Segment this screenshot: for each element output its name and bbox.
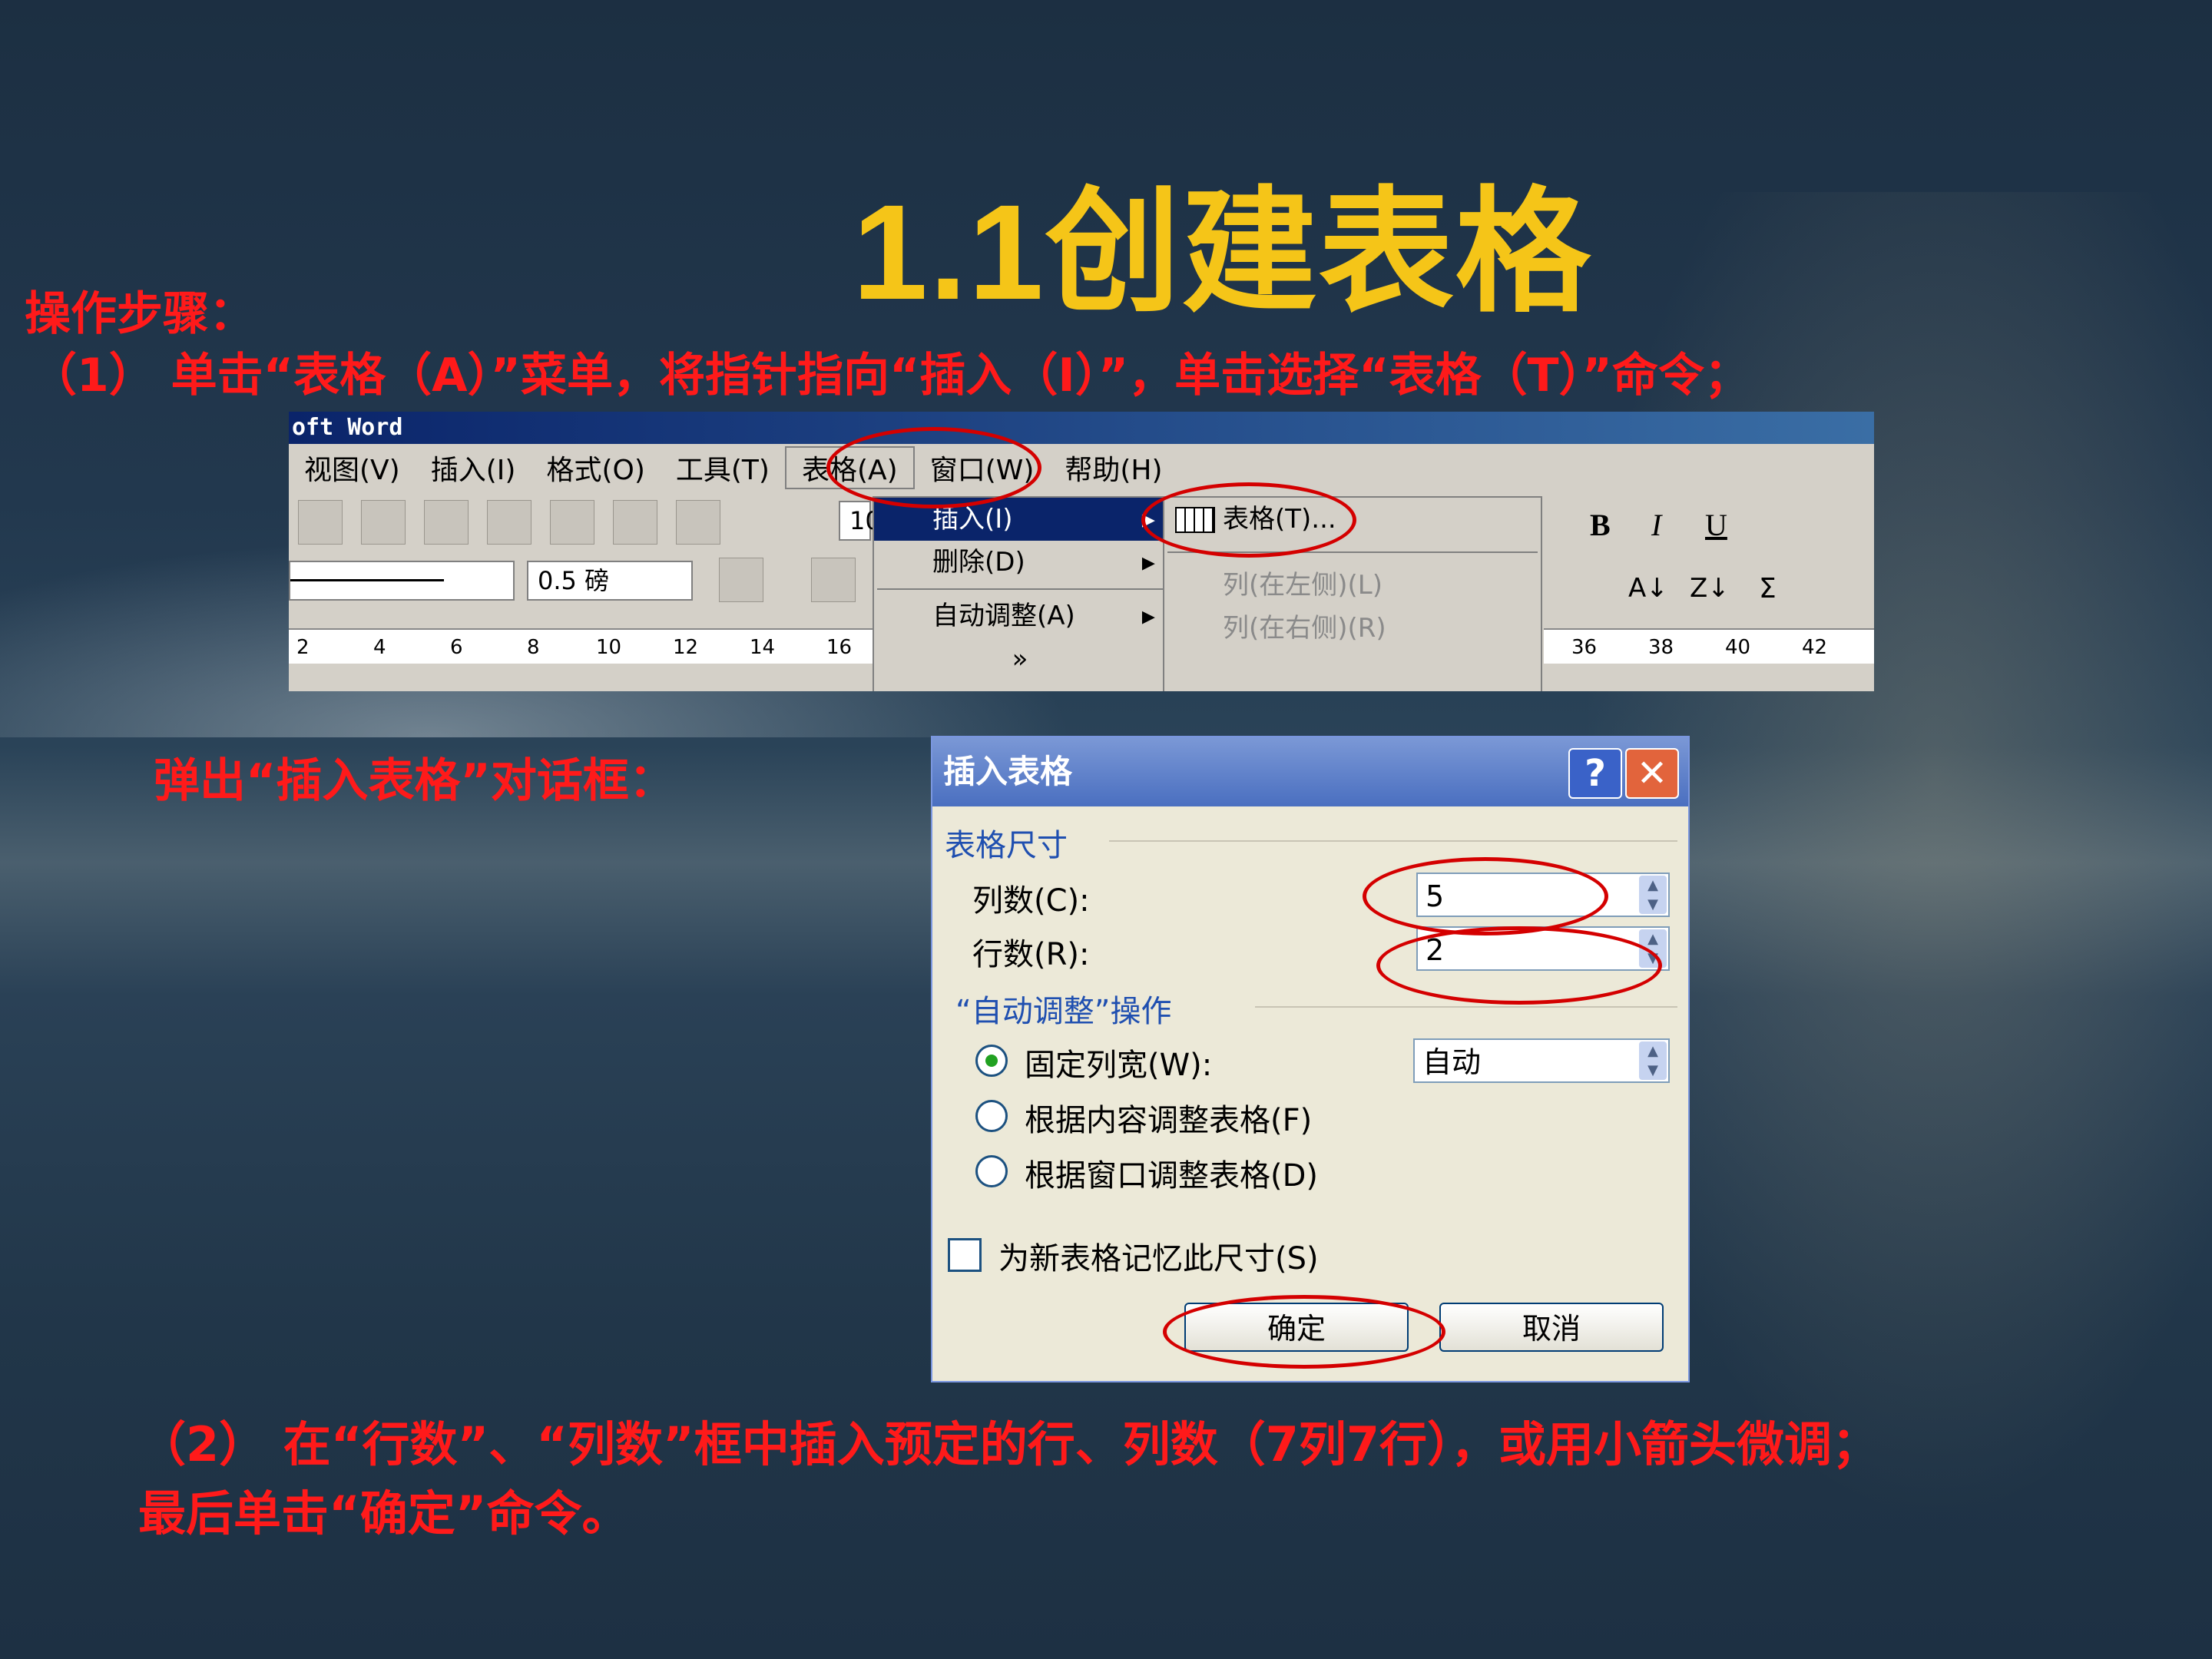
step2-text: （2） 在“行数”、“列数”框中插入预定的行、列数（7列7行），或用小箭头微调； [138,1416,1879,1472]
bold-icon[interactable]: B [1590,507,1611,543]
autofit-group-label: “自动调整”操作 [955,994,1172,1029]
spinner-arrows-icon[interactable]: ▲ ▼ [1639,876,1667,914]
spelling-icon[interactable] [361,500,406,545]
step2-text-line2: 最后单击“确定”命令。 [138,1485,630,1541]
highlight-ellipse [1363,857,1608,935]
border-color-icon[interactable] [719,558,763,602]
size-group-label: 表格尺寸 [945,828,1068,863]
slide: 1.1创建表格 操作步骤： （1） 单击“表格（A）”菜单，将指针指向“插入（I… [0,0,2212,1659]
insert-table-icon[interactable] [613,500,657,545]
close-icon[interactable]: ✕ [1625,748,1679,799]
fixed-width-label: 固定列宽(W): [1025,1048,1213,1083]
ruler-right: 36 38 40 42 [1544,628,1874,664]
cancel-button[interactable]: 取消 [1439,1303,1664,1352]
ruler-mark: 14 [750,636,776,659]
line-weight-combo[interactable]: 0.5 磅 [527,561,693,601]
menu-format[interactable]: 格式(O) [531,448,660,488]
paste-icon[interactable] [487,500,531,545]
rows-label: 行数(R): [972,937,1090,972]
undo-icon[interactable] [550,500,594,545]
table-menu-expand[interactable]: » [874,637,1166,680]
menu-help[interactable]: 帮助(H) [1049,448,1177,488]
highlight-ellipse [1141,482,1356,558]
highlight-ellipse [1376,926,1662,1005]
underline-icon[interactable]: U [1705,507,1727,543]
line-style-combo[interactable] [289,561,515,601]
ruler-mark: 12 [673,636,699,659]
ruler-mark: 36 [1571,636,1598,659]
ruler-mark: 2 [296,636,310,659]
table-menu: 插入(I) ▸ 删除(D) ▸ 自动调整(A) ▸ » [873,496,1167,691]
autosum-icon[interactable]: Σ [1759,573,1777,604]
ruler-mark: 40 [1725,636,1751,659]
sort-descending-icon[interactable]: Z↓ [1690,573,1730,604]
group-divider [1255,1006,1677,1008]
remember-size-checkbox[interactable] [948,1238,982,1272]
table-menu-autofit[interactable]: 自动调整(A) ▸ [874,594,1166,637]
cols-label: 列数(C): [972,883,1090,919]
autofit-window-label: 根据窗口调整表格(D) [1025,1158,1319,1194]
dialog-title: 插入表格 [943,753,1073,790]
ruler-mark: 4 [373,636,386,659]
fixed-width-value: 自动 [1422,1045,1482,1079]
highlight-ellipse [826,427,1041,508]
help-icon[interactable]: ? [1568,748,1622,799]
autofit-content-label: 根据内容调整表格(F) [1025,1103,1313,1138]
step1-text: （1） 单击“表格（A）”菜单，将指针指向“插入（I）”，单击选择“表格（T）”… [31,349,1750,402]
ruler-mark: 10 [596,636,622,659]
borders-icon[interactable] [811,558,856,602]
popup-label: 弹出“插入表格”对话框： [154,754,675,808]
ruler-mark: 38 [1648,636,1674,659]
fixed-width-radio[interactable] [975,1045,1008,1077]
menu-insert[interactable]: 插入(I) [416,448,531,488]
table-menu-delete[interactable]: 删除(D) ▸ [874,541,1166,584]
slide-title: 1.1创建表格 [853,177,1592,328]
ruler-mark: 42 [1802,636,1828,659]
drawing-icon[interactable] [676,500,720,545]
window-title: oft Word [289,412,1874,444]
font-size-combo[interactable]: 10 [839,501,881,541]
word-screenshot: oft Word 视图(V) 插入(I) 格式(O) 工具(T) 表格(A) 窗… [289,412,1874,691]
autofit-window-radio[interactable] [975,1155,1008,1187]
dialog-title-bar: 插入表格 ? ✕ [932,737,1688,806]
spinner-arrows-icon[interactable]: ▲ ▼ [1639,1041,1667,1080]
insert-table-dialog: 插入表格 ? ✕ 表格尺寸 列数(C): 5 ▲ ▼ 行数(R): 2 ▲ ▼ “自… [931,736,1690,1382]
submenu-col-right[interactable]: 列(在右侧)(R) [1164,607,1541,650]
ruler-mark: 8 [527,636,540,659]
remember-size-label: 为新表格记忆此尺寸(S) [998,1241,1319,1277]
menu-view[interactable]: 视图(V) [289,448,416,488]
menu-tools[interactable]: 工具(T) [661,448,785,488]
ruler-mark: 6 [450,636,463,659]
print-preview-icon[interactable] [298,500,343,545]
steps-label: 操作步骤： [25,287,255,341]
ruler-left: 2 4 6 8 10 12 14 16 [289,628,880,664]
autofit-content-radio[interactable] [975,1100,1008,1132]
highlight-ellipse [1163,1295,1445,1369]
copy-icon[interactable] [424,500,469,545]
italic-icon[interactable]: I [1651,507,1661,543]
menu-bar: 视图(V) 插入(I) 格式(O) 工具(T) 表格(A) 窗口(W) 帮助(H… [289,444,1874,492]
ruler-mark: 16 [826,636,853,659]
sort-ascending-icon[interactable]: A↓ [1628,573,1668,604]
fixed-width-combo[interactable]: 自动 ▲ ▼ [1413,1038,1670,1083]
group-divider [1109,840,1677,842]
formatting-toolbar: B I U A↓ Z↓ Σ [1544,496,1874,627]
menu-separator [877,588,1163,590]
submenu-col-left[interactable]: 列(在左侧)(L) [1164,564,1541,607]
